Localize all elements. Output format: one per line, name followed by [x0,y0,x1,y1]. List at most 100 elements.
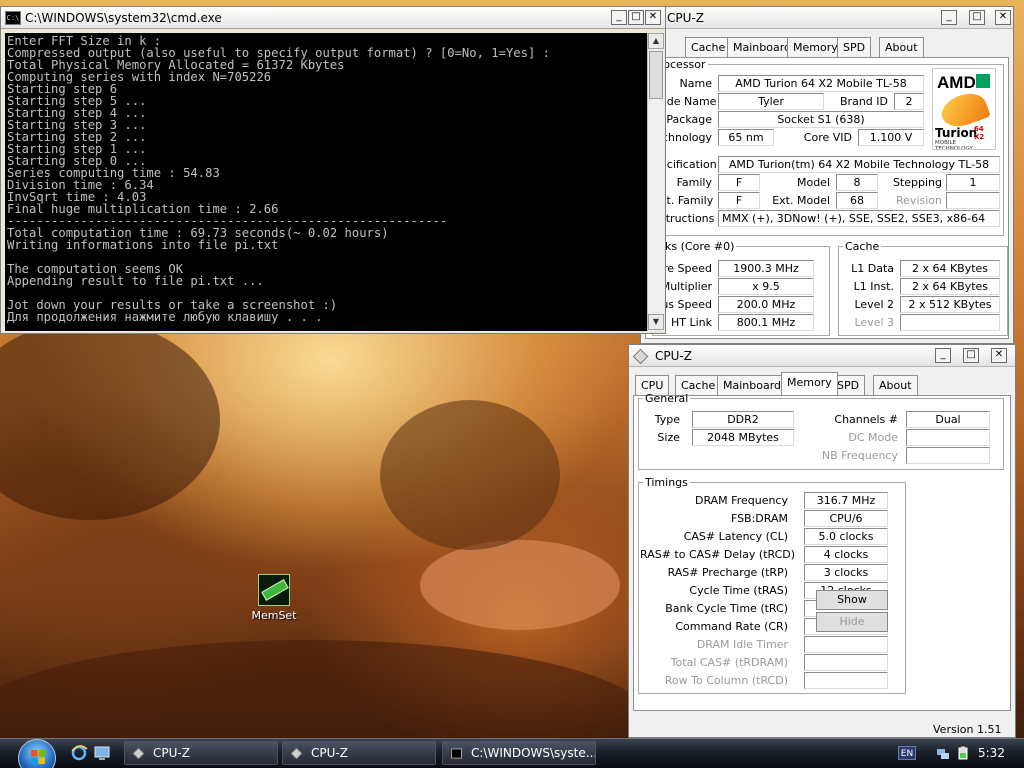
scroll-down-arrow-icon[interactable]: ▼ [648,314,664,330]
general-legend: General [645,392,689,405]
cmd-window[interactable]: C:\ C:\WINDOWS\system32\cmd.exe _ □ ✕ En… [0,6,666,334]
logo-sub: 64 X2 [974,125,985,141]
dramfreq-label: DRAM Frequency [694,494,788,507]
brandid-label: Brand ID [840,95,888,108]
level3-value [900,314,1000,331]
l1inst-value: 2 x 64 KBytes [900,278,1000,295]
corespeed-value: 1900.3 MHz [718,260,814,277]
desktop-icon-memset[interactable]: MemSet [244,574,304,622]
codename-value: Tyler [718,93,824,110]
wallpaper-rock [420,540,620,630]
logo-arrow [976,74,990,88]
taskbar-item-label: CPU-Z [311,746,348,760]
taskbar-item-cmd[interactable]: C:\WINDOWS\syste... [442,741,596,765]
idle-timer-value [804,636,888,653]
level2-label: Level 2 [854,298,894,311]
corevid-label: Core VID [803,131,852,144]
stepping-label: Stepping [892,176,942,189]
tab-memory[interactable]: Memory [787,37,844,57]
instructions-value: MMX (+), 3DNow! (+), SSE, SSE2, SSE3, x8… [718,210,1000,227]
family-value: F [718,174,760,191]
taskbar-item-cpuz-2[interactable]: CPU-Z [282,741,436,765]
stepping-value: 1 [946,174,1000,191]
nbfreq-label: NB Frequency [821,449,898,462]
multiplier-label: Multiplier [660,280,712,293]
close-button[interactable]: ✕ [645,10,661,25]
revision-label: Revision [896,194,942,207]
l1data-label: L1 Data [851,262,894,275]
tab-spd[interactable]: SPD [837,37,872,57]
taskbar-item-label: CPU-Z [153,746,190,760]
show-desktop-icon[interactable] [93,744,111,762]
instructions-label: structions [660,212,715,225]
windows-logo-icon [31,750,45,764]
taskbar-clock[interactable]: 5:32 [978,746,1005,760]
revision-value [946,192,1000,209]
maximize-button[interactable]: □ [963,348,979,363]
show-button[interactable]: Show [816,590,888,610]
total-cas-value [804,654,888,671]
busspeed-label: us Speed [661,298,712,311]
scroll-up-arrow-icon[interactable]: ▲ [648,33,664,49]
close-button[interactable]: ✕ [995,10,1011,25]
cmd-icon: C:\ [5,11,21,25]
hide-button[interactable]: Hide [816,612,888,632]
tab-cache[interactable]: Cache [685,37,732,57]
busspeed-value: 200.0 MHz [718,296,814,313]
command-rate-label: Command Rate (CR) [675,620,788,633]
tab-about[interactable]: About [879,37,924,57]
codename-label: ode Name [660,95,717,108]
close-button[interactable]: ✕ [991,348,1007,363]
minimize-button[interactable]: _ [935,348,951,363]
scrollbar-thumb[interactable] [649,51,663,99]
extfamily-label: xt. Family [660,194,714,207]
level2-value: 2 x 512 KBytes [900,296,1000,313]
corespeed-label: re Speed [662,262,712,275]
row-to-column-value [804,672,888,689]
trcd-label: RAS# to CAS# Delay (tRCD) [640,548,796,561]
l1inst-label: L1 Inst. [853,280,894,293]
type-label: Type [654,413,680,426]
battery-icon[interactable] [956,746,970,760]
maximize-button[interactable]: □ [628,10,644,25]
cpuz-app-icon [291,748,302,759]
multiplier-value: x 9.5 [718,278,814,295]
package-value: Socket S1 (638) [718,111,924,128]
cmd-titlebar[interactable]: C:\ C:\WINDOWS\system32\cmd.exe _ □ ✕ [1,7,665,29]
vertical-scrollbar[interactable]: ▲ ▼ [647,33,664,331]
cpuz-front-titlebar[interactable]: CPU-Z _ □ ✕ [629,345,1015,367]
internet-explorer-icon[interactable] [70,744,88,762]
technology-label: chnology [662,131,712,144]
maximize-button[interactable]: □ [969,10,985,25]
family-label: Family [676,176,712,189]
taskbar-item-cpuz-1[interactable]: CPU-Z [124,741,278,765]
window-title: CPU-Z [667,11,704,25]
trp-value: 3 clocks [804,564,888,581]
window-title: CPU-Z [655,349,692,363]
package-label: Package [666,113,712,126]
htlink-label: HT Link [670,316,712,329]
dcmode-value [906,429,990,446]
fsbdram-value: CPU/6 [804,510,888,527]
window-title: C:\WINDOWS\system32\cmd.exe [25,11,222,25]
desktop-icon-label: MemSet [251,609,297,622]
cpuz-back-titlebar[interactable]: CPU-Z _ □ ✕ [641,7,1013,29]
minimize-button[interactable]: _ [941,10,957,25]
extmodel-label: Ext. Model [772,194,830,207]
console-output[interactable]: Enter FFT Size in k : Compressed output (… [5,33,647,331]
network-icon[interactable] [936,746,950,760]
cpuz-app-icon [133,748,144,759]
technology-value: 65 nm [718,129,774,146]
cache-legend: Cache [845,240,880,253]
language-indicator[interactable]: EN [898,746,916,760]
wallpaper-ground [0,640,650,738]
tab-memory[interactable]: Memory [781,372,838,395]
timings-legend: Timings [645,476,688,489]
dramfreq-value: 316.7 MHz [804,492,888,509]
console-line: Appending result to file pi.txt ... [7,274,264,288]
model-label: Model [796,176,830,189]
row-to-column-label: Row To Column (tRCD) [664,674,788,687]
minimize-button[interactable]: _ [611,10,627,25]
name-label: Name [679,77,712,90]
corevid-value: 1.100 V [858,129,924,146]
